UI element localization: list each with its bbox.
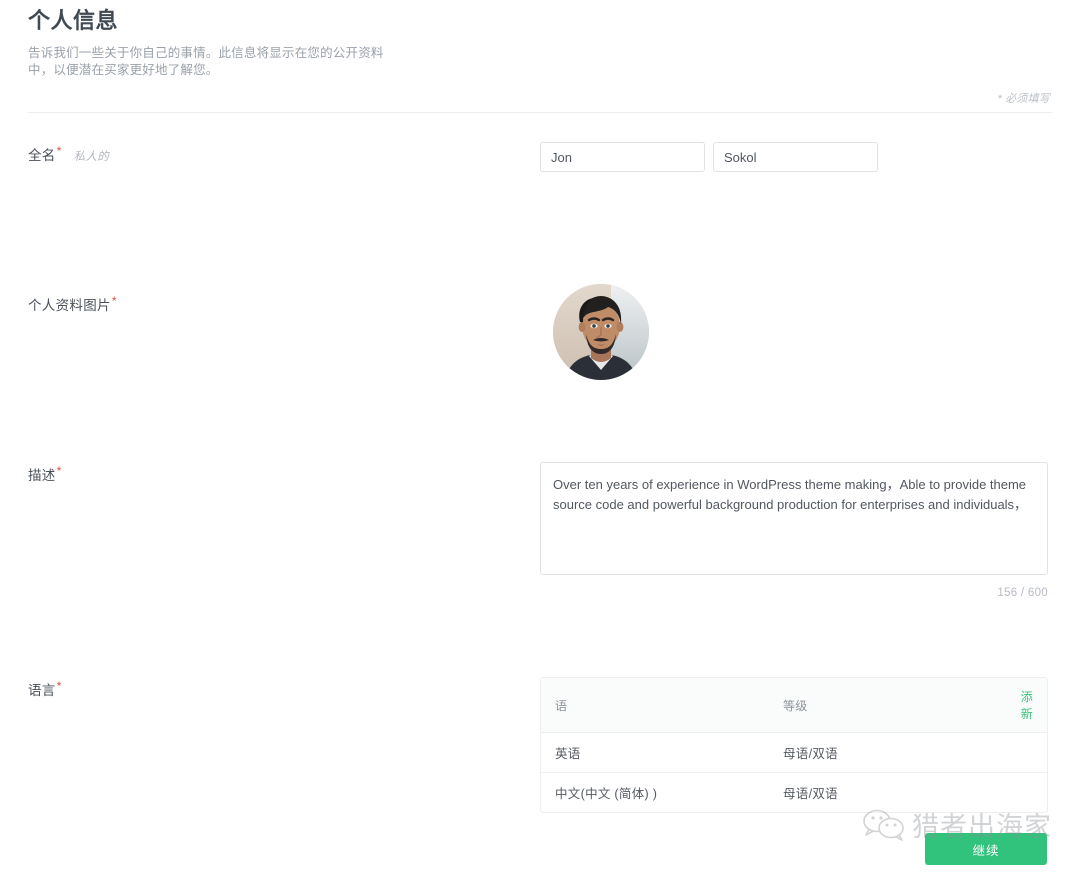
privacy-tag: 私人的	[73, 151, 110, 163]
cell-language: 英语	[541, 733, 769, 773]
profile-picture-label: 个人资料图片*	[28, 292, 540, 314]
column-header-action: 添新	[1006, 678, 1047, 733]
description-label: 描述*	[28, 462, 540, 484]
description-label-text: 描述	[28, 468, 56, 483]
name-inputs	[540, 142, 1052, 172]
full-name-field-group	[540, 142, 1052, 172]
form-row-profile-picture: 个人资料图片*	[28, 284, 1052, 462]
first-name-input[interactable]	[540, 142, 705, 172]
full-name-label: 全名* 私人的	[28, 142, 540, 164]
description-field-group: 156 / 600	[540, 462, 1052, 599]
required-asterisk: *	[56, 464, 62, 478]
description-wrap: 156 / 600	[540, 462, 1048, 599]
table-row[interactable]: 英语 母语/双语	[541, 733, 1047, 773]
form-row-full-name: 全名* 私人的	[28, 142, 1052, 292]
character-counter: 156 / 600	[997, 587, 1048, 599]
continue-button[interactable]: 继续	[925, 833, 1047, 865]
cell-level: 母语/双语	[782, 787, 838, 801]
profile-picture-label-text: 个人资料图片	[28, 298, 111, 313]
language-table: 语 等级 添新 英语 母语/双语 中文(中文 (简体) ) 母语/双语	[540, 677, 1048, 813]
cell-level: 母语/双语	[768, 733, 1007, 773]
language-field-group: 语 等级 添新 英语 母语/双语 中文(中文 (简体) ) 母语/双语	[540, 677, 1052, 813]
profile-info-page: 个人信息 告诉我们一些关于你自己的事情。此信息将显示在您的公开资料中，以便潜在买…	[0, 0, 1080, 875]
full-name-label-text: 全名	[28, 148, 56, 163]
avatar[interactable]	[553, 284, 649, 380]
page-title: 个人信息	[28, 8, 119, 33]
language-table-head: 语 等级 添新	[541, 678, 1047, 733]
description-textarea[interactable]	[540, 462, 1048, 575]
table-header-row: 语 等级 添新	[541, 678, 1047, 733]
wechat-icon	[862, 809, 906, 841]
column-header-level: 等级	[768, 678, 1007, 733]
profile-picture-field-group	[540, 284, 1052, 380]
form-row-language: 语言* 语 等级 添新 英语 母语/双语 中文(中文 (简体)) 母语/双语	[28, 677, 1052, 813]
required-asterisk: *	[56, 679, 62, 693]
last-name-input[interactable]	[713, 142, 878, 172]
required-asterisk: *	[56, 144, 62, 158]
page-header: 个人信息 告诉我们一些关于你自己的事情。此信息将显示在您的公开资料中，以便潜在买…	[28, 0, 1052, 113]
required-asterisk: *	[111, 294, 117, 308]
column-header-language: 语	[541, 678, 769, 733]
language-label: 语言*	[28, 677, 540, 699]
language-label-text: 语言	[28, 683, 56, 698]
cell-action	[1007, 773, 1047, 812]
avatar-photo	[553, 284, 649, 380]
add-language-link[interactable]: 添新	[1021, 690, 1033, 721]
required-fields-note: * 必须填写	[997, 93, 1050, 105]
cell-action	[1006, 733, 1047, 773]
language-table-body: 英语 母语/双语 中文(中文 (简体) ) 母语/双语	[541, 733, 1047, 812]
cell-language: 中文(中文 (简体) )	[555, 787, 658, 801]
table-row[interactable]: 中文(中文 (简体) ) 母语/双语	[541, 773, 1047, 812]
page-subtitle: 告诉我们一些关于你自己的事情。此信息将显示在您的公开资料中，以便潜在买家更好地了…	[28, 46, 384, 77]
header-divider	[28, 112, 1052, 113]
form-row-description: 描述* 156 / 600	[28, 462, 1052, 677]
